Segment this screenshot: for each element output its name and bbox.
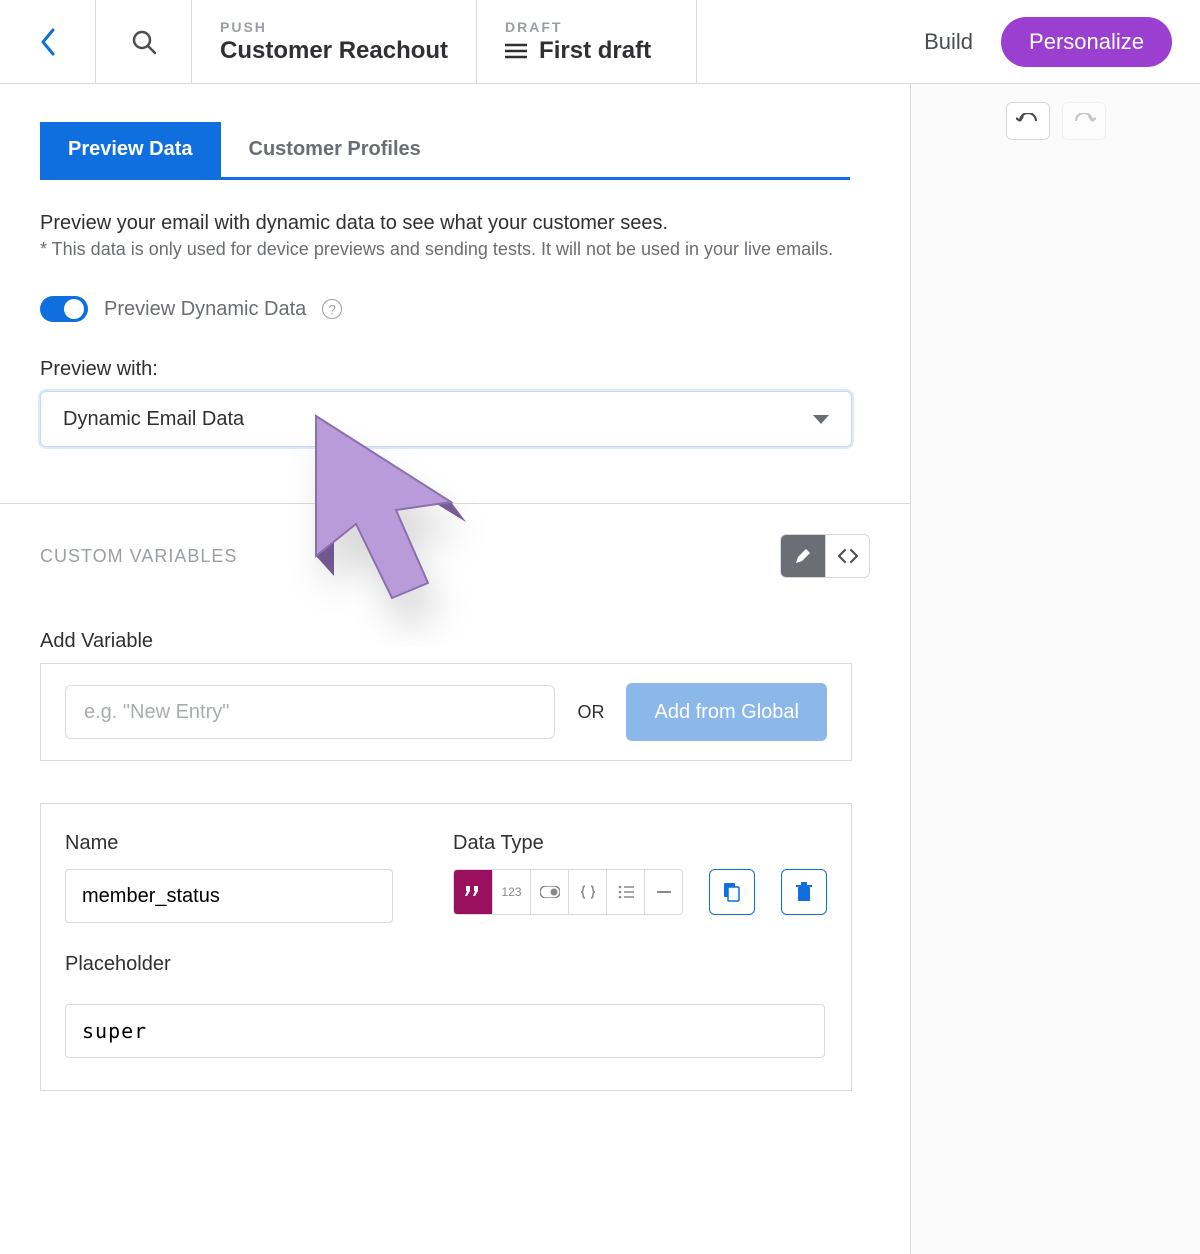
add-variable-input[interactable] — [65, 685, 555, 739]
preview-with-value: Dynamic Email Data — [63, 408, 244, 431]
view-mode-segmented — [780, 534, 870, 578]
draft-eyebrow: DRAFT — [505, 19, 562, 35]
data-type-label: Data Type — [453, 832, 827, 855]
tabs: Preview Data Customer Profiles — [40, 122, 850, 180]
toggle-icon — [540, 886, 560, 898]
right-rail — [910, 84, 1200, 1254]
add-variable-label: Add Variable — [40, 630, 870, 653]
type-object-button[interactable] — [568, 870, 606, 914]
preview-with-select[interactable]: Dynamic Email Data — [40, 391, 852, 447]
code-mode-button[interactable] — [825, 535, 869, 577]
or-label: OR — [577, 702, 604, 723]
personalize-button[interactable]: Personalize — [1001, 17, 1172, 67]
delete-variable-button[interactable] — [781, 869, 827, 915]
add-from-global-button[interactable]: Add from Global — [626, 683, 827, 741]
tab-preview-data[interactable]: Preview Data — [40, 122, 221, 177]
search-icon — [130, 28, 158, 56]
preview-with-label: Preview with: — [40, 358, 870, 381]
type-string-button[interactable] — [454, 870, 492, 914]
quote-icon — [465, 886, 481, 898]
intro-line-2: * This data is only used for device prev… — [40, 239, 870, 260]
help-icon[interactable]: ? — [322, 299, 342, 319]
intro-line-1: Preview your email with dynamic data to … — [40, 212, 870, 235]
push-breadcrumb[interactable]: PUSH Customer Reachout — [192, 0, 477, 83]
menu-icon — [505, 43, 527, 59]
minus-icon — [657, 890, 671, 894]
trash-icon — [795, 882, 813, 902]
data-type-segmented: 123 — [453, 869, 683, 915]
redo-icon — [1072, 113, 1096, 129]
draft-title: First draft — [539, 37, 651, 65]
type-boolean-button[interactable] — [530, 870, 568, 914]
topbar: PUSH Customer Reachout DRAFT First draft… — [0, 0, 1200, 84]
push-title: Customer Reachout — [220, 37, 448, 65]
chevron-left-icon — [39, 27, 57, 57]
chevron-down-icon — [813, 415, 829, 424]
pencil-icon — [794, 547, 812, 565]
type-number-button[interactable]: 123 — [492, 870, 530, 914]
draft-breadcrumb[interactable]: DRAFT First draft — [477, 0, 697, 83]
push-eyebrow: PUSH — [220, 19, 267, 35]
preview-dynamic-label: Preview Dynamic Data — [104, 298, 306, 321]
custom-variables-title: CUSTOM VARIABLES — [40, 546, 237, 567]
tab-customer-profiles[interactable]: Customer Profiles — [221, 122, 449, 177]
undo-button[interactable] — [1006, 102, 1050, 140]
redo-button[interactable] — [1062, 102, 1106, 140]
undo-icon — [1016, 113, 1040, 129]
back-button[interactable] — [0, 0, 96, 83]
variable-name-input[interactable] — [65, 869, 393, 923]
braces-icon — [580, 884, 596, 900]
variable-card: Name Data Type 123 — [40, 803, 852, 1091]
type-list-button[interactable] — [606, 870, 644, 914]
preview-dynamic-toggle[interactable] — [40, 296, 88, 322]
placeholder-label: Placeholder — [65, 953, 827, 976]
code-icon — [837, 548, 859, 564]
list-icon — [618, 885, 634, 899]
main-panel: Preview Data Customer Profiles Preview y… — [0, 84, 910, 1254]
copy-variable-button[interactable] — [709, 869, 755, 915]
copy-icon — [723, 882, 741, 902]
edit-mode-button[interactable] — [781, 535, 825, 577]
type-null-button[interactable] — [644, 870, 682, 914]
search-button[interactable] — [96, 0, 192, 83]
build-link[interactable]: Build — [924, 29, 973, 55]
add-variable-row: OR Add from Global — [40, 663, 852, 761]
name-label: Name — [65, 832, 393, 855]
placeholder-input[interactable] — [65, 1004, 825, 1058]
